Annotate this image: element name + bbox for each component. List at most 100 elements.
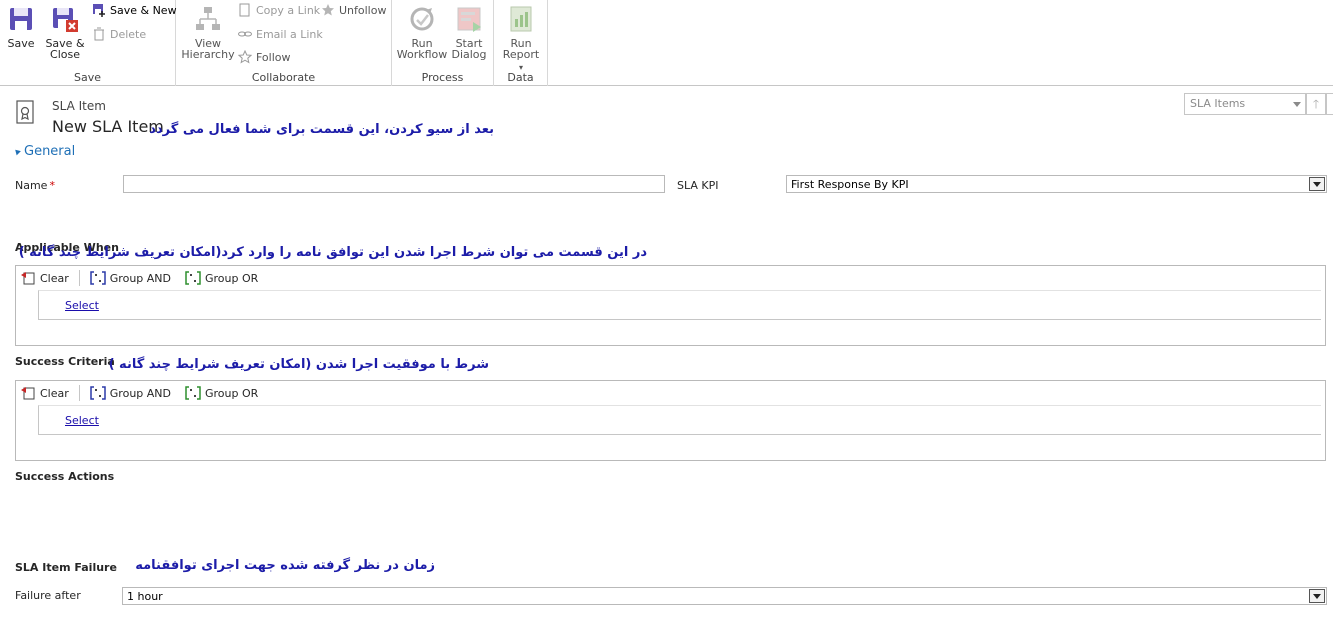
dropdown-arrow-icon (1309, 589, 1325, 603)
success-actions-label: Success Actions (15, 470, 115, 483)
name-label-text: Name (15, 179, 48, 192)
report-icon (510, 6, 532, 32)
clear-label: Clear (40, 386, 69, 400)
process-group-label: Process (421, 71, 464, 84)
condition-row-area: Select (38, 405, 1321, 435)
start-dialog-label-2: Dialog (451, 48, 487, 61)
delete-button[interactable]: Delete (92, 25, 146, 43)
record-navigation-value: SLA Items (1190, 97, 1246, 110)
collaborate-group-label: Collaborate (251, 71, 316, 84)
delete-label: Delete (110, 27, 147, 41)
sla-kpi-value: First Response By KPI (791, 178, 909, 191)
save-group-label: Save (73, 71, 101, 84)
save-close-button[interactable]: Save & Close (44, 4, 86, 60)
data-group-label: Data (507, 71, 534, 84)
group-or-icon (185, 386, 201, 400)
previous-record-button[interactable]: 🡑 (1306, 93, 1326, 115)
annotation-failure: زمان در نظر گرفته شده جهت اجرای توافقنام… (135, 558, 435, 573)
condition-toolbar: Clear Group AND Group OR (16, 266, 268, 290)
group-or-icon (185, 271, 201, 285)
sla-item-failure-label: SLA Item Failure (15, 561, 117, 574)
trash-icon (94, 27, 104, 41)
save-close-label-2: Close (50, 48, 80, 61)
save-new-label: Save & New (110, 3, 177, 17)
select-condition-link[interactable]: Select (65, 299, 99, 312)
sla-kpi-select[interactable]: First Response By KPI (786, 175, 1327, 193)
save-label: Save (7, 37, 35, 50)
start-dialog-button[interactable]: Start Dialog (450, 4, 488, 60)
condition-row-area: Select (38, 290, 1321, 320)
unfollow-button[interactable]: Unfollow (321, 1, 386, 19)
group-and-icon (90, 386, 106, 400)
copy-link-label: Copy a Link (256, 3, 321, 17)
name-input[interactable] (123, 175, 665, 193)
star-outline-icon (238, 50, 252, 64)
dialog-icon (457, 7, 481, 32)
clear-button[interactable]: Clear (20, 271, 69, 285)
next-record-button[interactable] (1326, 93, 1333, 115)
page-title: New SLA Item (52, 117, 164, 136)
annotation-success-criteria: شرط با موفقیت اجرا شدن (امکان تعریف شرای… (108, 357, 489, 372)
run-report-label-2: Report (502, 48, 540, 61)
failure-after-label: Failure after (15, 589, 81, 602)
hierarchy-icon (196, 7, 220, 30)
save-button[interactable]: Save (4, 4, 38, 49)
section-general-toggle[interactable]: General (13, 144, 76, 159)
select-condition-link[interactable]: Select (65, 414, 99, 427)
group-and-label: Group AND (109, 271, 171, 285)
email-link-button[interactable]: Email a Link (238, 25, 323, 43)
group-and-button[interactable]: Group AND (90, 386, 171, 400)
entity-type-label: SLA Item (52, 99, 106, 113)
save-new-button[interactable]: Save & New (92, 1, 177, 19)
follow-label: Follow (256, 50, 291, 64)
group-or-button[interactable]: Group OR (185, 386, 258, 400)
clear-button[interactable]: Clear (20, 386, 69, 400)
annotation-after-save: بعد از سیو کردن، این قسمت برای شما فعال … (149, 122, 494, 137)
section-general-title: General (24, 144, 76, 159)
clear-label: Clear (40, 271, 69, 285)
name-field-label: Name * (15, 179, 55, 192)
condition-toolbar: Clear Group AND Group OR (16, 381, 268, 405)
save-close-icon (53, 8, 78, 32)
arrow-up-icon: 🡑 (1312, 97, 1320, 111)
group-or-label: Group OR (205, 386, 259, 400)
collapse-triangle-icon (13, 147, 21, 156)
record-navigation-select[interactable]: SLA Items (1184, 93, 1306, 115)
follow-button[interactable]: Follow (238, 48, 291, 66)
view-hierarchy-button[interactable]: View Hierarchy (180, 4, 236, 60)
success-criteria-condition-builder: Clear Group AND Group OR Select (15, 380, 1326, 461)
sla-item-entity-icon (16, 100, 34, 124)
group-or-button[interactable]: Group OR (185, 271, 258, 285)
run-workflow-button[interactable]: Run Workflow (396, 4, 448, 60)
workflow-icon (410, 7, 434, 31)
email-link-label: Email a Link (256, 27, 323, 41)
copy-link-button[interactable]: Copy a Link (238, 1, 320, 19)
ribbon-group-data: Run Report ▾ Data (494, 0, 548, 86)
annotation-applicable-when: در این قسمت می توان شرط اجرا شدن این توا… (18, 245, 647, 260)
save-icon (10, 8, 32, 30)
group-and-button[interactable]: Group AND (90, 271, 171, 285)
link-icon (238, 31, 252, 37)
dropdown-arrow-icon (1309, 177, 1325, 191)
ribbon-group-save: Save Save & Close Save & New Delete Save (0, 0, 177, 86)
clear-icon (21, 387, 35, 400)
toolbar-divider (78, 385, 80, 401)
chevron-down-icon (1293, 102, 1301, 107)
ribbon-group-process: Run Workflow Start Dialog Process (392, 0, 494, 86)
failure-after-value: 1 hour (127, 590, 163, 603)
sla-kpi-label: SLA KPI (677, 179, 719, 192)
command-ribbon: Save Save & Close Save & New Delete Save… (0, 0, 1333, 86)
failure-after-select[interactable]: 1 hour (122, 587, 1327, 605)
copy-icon (239, 3, 250, 17)
group-and-icon (90, 271, 106, 285)
success-criteria-label: Success Criteria (15, 355, 115, 368)
applicable-when-condition-builder: Clear Group AND Group OR Select (15, 265, 1326, 346)
run-report-button[interactable]: Run Report ▾ (500, 4, 542, 73)
star-icon (322, 4, 334, 16)
view-hierarchy-label-2: Hierarchy (181, 48, 235, 61)
toolbar-divider (78, 270, 80, 286)
group-and-label: Group AND (109, 386, 171, 400)
required-asterisk: * (49, 179, 55, 192)
ribbon-group-collaborate: View Hierarchy Copy a Link Email a Link … (176, 0, 392, 86)
clear-icon (21, 272, 35, 285)
